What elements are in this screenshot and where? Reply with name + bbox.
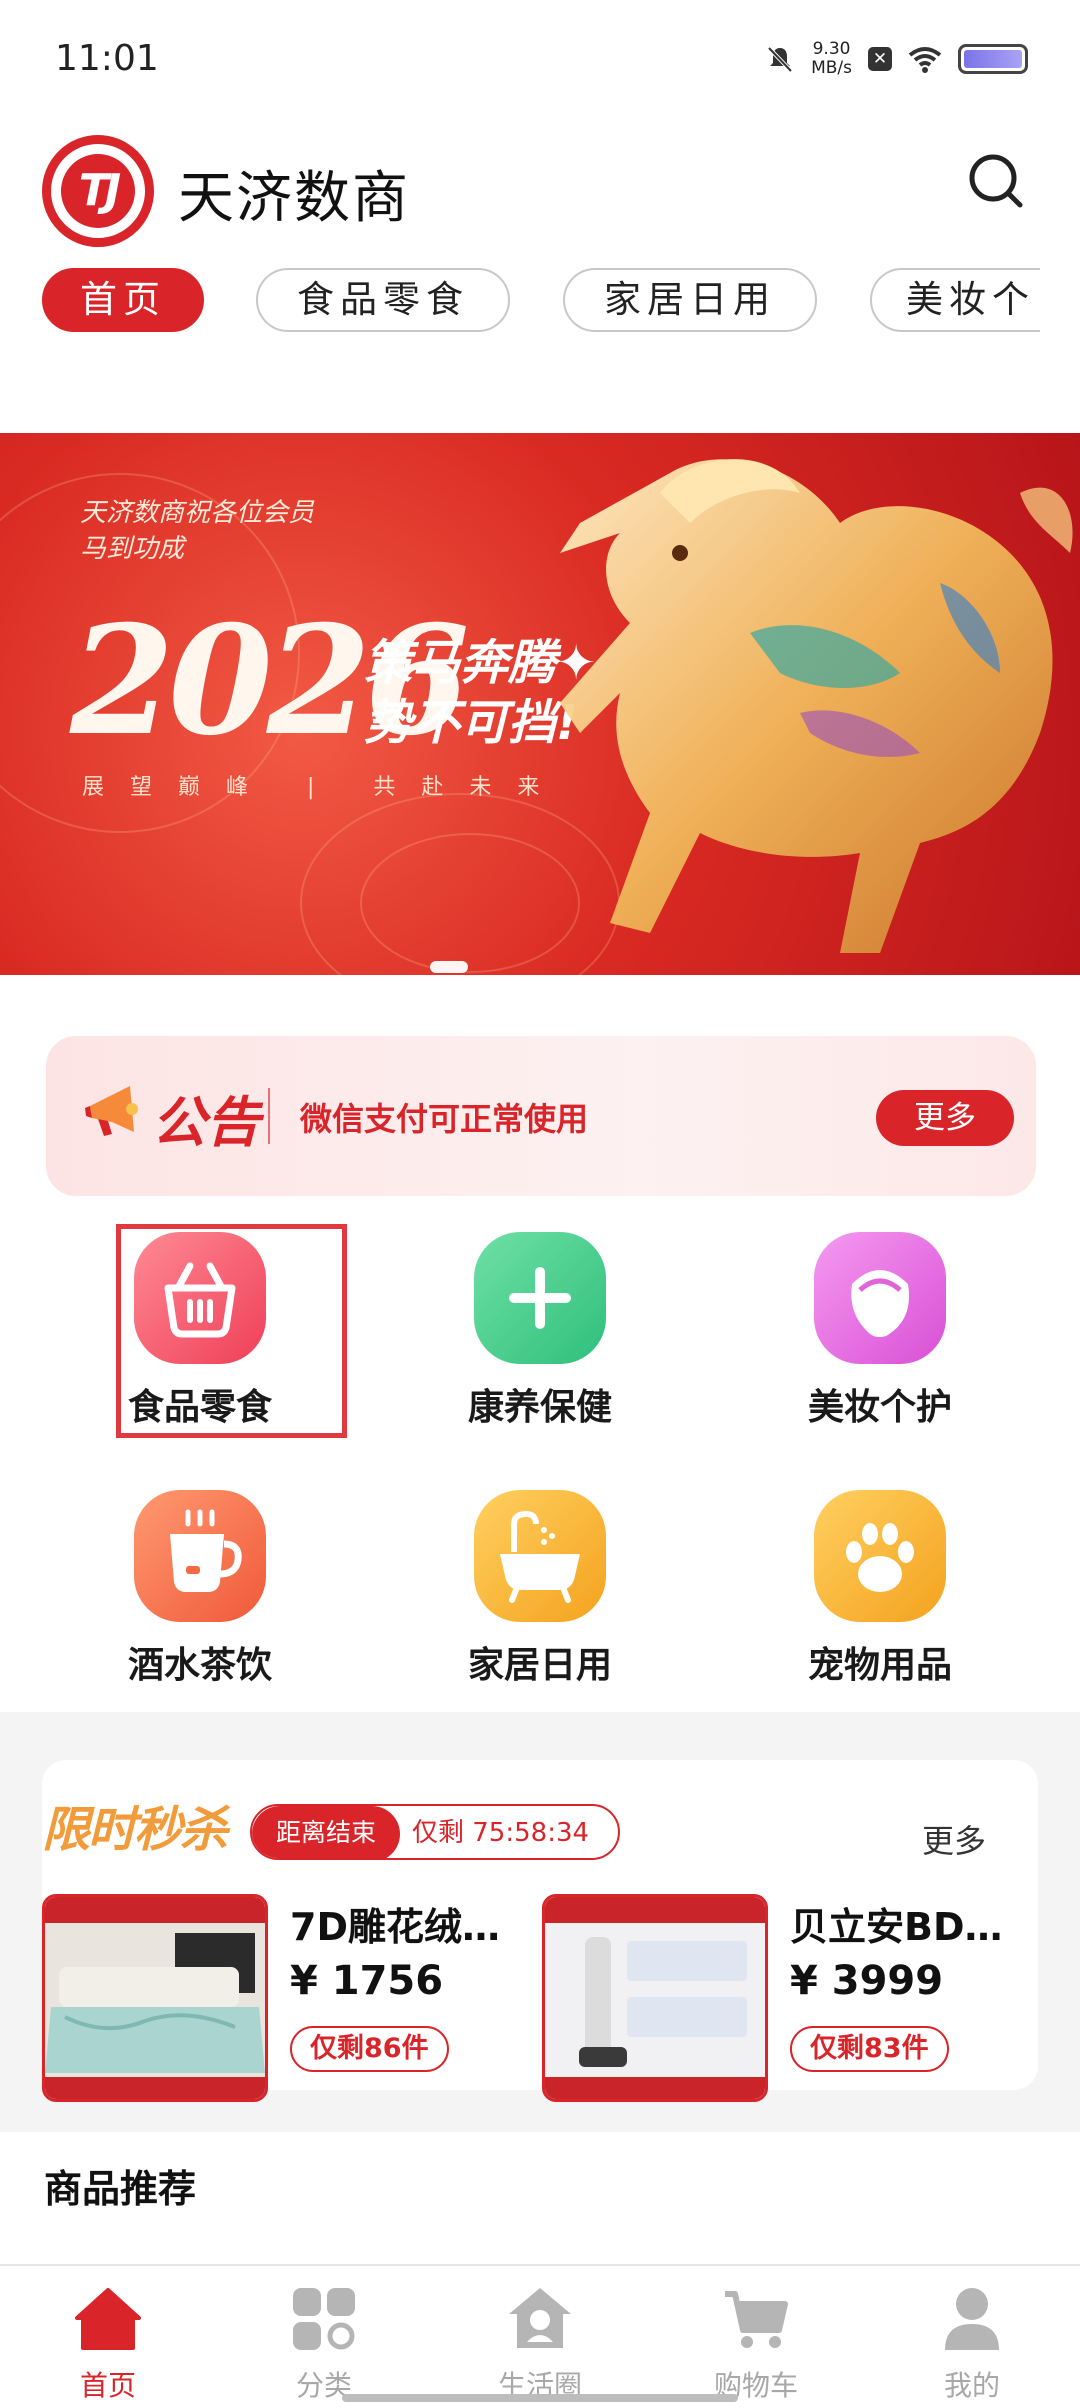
home-indicator [342,2394,738,2402]
nav-category[interactable]: 分类 [216,2266,432,2408]
category-home-goods[interactable]: 家居日用 [420,1490,660,1688]
cart-icon [725,2291,788,2348]
flash-product-card[interactable]: 贝立安BD… ¥ 3999 仅剩83件 [542,1894,1032,2104]
tab-food-snacks[interactable]: 食品零食 [256,268,510,332]
cup-icon [134,1490,266,1622]
category-icon [293,2288,355,2350]
banner-greeting: 天济数商祝各位会员 马到功成 [80,498,315,564]
category-tabs: 首页 食品零食 家居日用 美妆个 [0,268,1040,332]
profile-icon [945,2288,999,2350]
mute-icon [767,46,793,73]
nav-cart[interactable]: 购物车 [648,2266,864,2408]
face-icon [814,1232,946,1364]
product-price: ¥ 1756 [290,1958,444,2004]
promo-banner[interactable]: 天济数商祝各位会员 马到功成 2026 策马奔腾✦ 势不可挡! 展望巅峰 | 共… [0,433,1080,975]
bottom-navigation: 首页 分类 生活圈 购物车 我的 [0,2264,1080,2408]
product-image [42,1894,268,2102]
nav-profile[interactable]: 我的 [864,2266,1080,2408]
announcement-bar[interactable]: 公告 微信支付可正常使用 更多 [46,1036,1036,1196]
product-name: 7D雕花绒… [290,1905,500,1949]
category-drinks[interactable]: 酒水茶饮 [80,1490,320,1688]
stock-badge: 仅剩83件 [790,2026,949,2072]
wifi-icon [908,47,942,73]
horse-illustration [560,459,1073,953]
notice-text: 微信支付可正常使用 [300,1100,589,1138]
category-label: 酒水茶饮 [127,1645,272,1686]
close-box-icon: ✕ [868,47,892,71]
notice-divider [268,1088,270,1144]
flash-sale-section: 限时秒杀 距离结束 仅剩 75:58:34 更多 7D雕花绒… ¥ 1756 仅… [42,1760,1038,2102]
recommend-title: 商品推荐 [44,2167,197,2211]
category-health[interactable]: 康养保健 [420,1232,660,1430]
life-circle-icon [509,2288,571,2348]
paw-icon [814,1490,946,1622]
selection-highlight [116,1224,347,1438]
category-label: 家居日用 [467,1645,612,1686]
bathtub-icon [474,1490,606,1622]
battery-icon [958,44,1028,74]
product-image [542,1894,768,2102]
category-label: 康养保健 [467,1387,612,1428]
flash-sale-more-link[interactable]: 更多 [922,1816,986,1862]
nav-life-circle[interactable]: 生活圈 [432,2266,648,2408]
home-icon [75,2288,141,2350]
app-header: TJ 天济数商 [0,125,1080,255]
tab-home-goods[interactable]: 家居日用 [563,268,817,332]
tab-beauty[interactable]: 美妆个 [870,268,1040,332]
notice-title: 公告 [152,1091,260,1154]
category-beauty[interactable]: 美妆个护 [760,1232,1000,1430]
flash-product-card[interactable]: 7D雕花绒… ¥ 1756 仅剩86件 [42,1894,532,2104]
app-logo: TJ [42,135,154,247]
category-pet[interactable]: 宠物用品 [760,1490,1000,1688]
category-label: 美妆个护 [807,1387,952,1428]
notice-more-button[interactable]: 更多 [876,1090,1014,1146]
status-time: 11:01 [55,38,159,79]
plus-icon [474,1232,606,1364]
tab-home[interactable]: 首页 [42,268,204,332]
category-label: 宠物用品 [807,1645,952,1686]
megaphone-icon [85,1086,138,1136]
stock-badge: 仅剩86件 [290,2026,449,2072]
network-speed: 9.30 MB/s [811,39,852,78]
banner-subtitle: 展望巅峰 | 共赴未来 [82,775,566,800]
status-bar: 11:01 9.30 MB/s ✕ [0,0,1080,125]
carousel-indicator [430,961,468,973]
product-name: 贝立安BD… [790,1905,1003,1949]
product-price: ¥ 3999 [790,1958,944,2004]
app-title: 天济数商 [178,166,410,231]
nav-home[interactable]: 首页 [0,2266,216,2408]
status-icons: 9.30 MB/s ✕ [765,40,1028,78]
flash-sale-title: 限时秒杀 [42,1802,228,1858]
search-icon[interactable] [966,151,1026,211]
countdown-timer: 距离结束 仅剩 75:58:34 [250,1804,620,1860]
